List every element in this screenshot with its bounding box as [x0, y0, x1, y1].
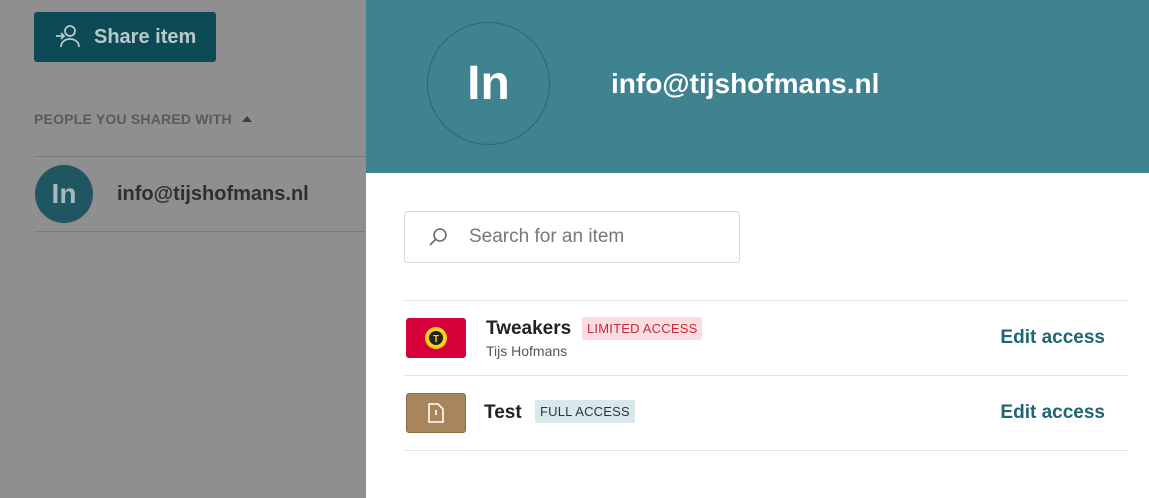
section-label-text: PEOPLE YOU SHARED WITH: [34, 111, 232, 127]
shared-user-email[interactable]: info@tijshofmans.nl: [117, 183, 309, 206]
edit-access-link[interactable]: Edit access: [1000, 327, 1105, 349]
list-item[interactable]: Test FULL ACCESS Edit access: [404, 376, 1127, 451]
access-badge: FULL ACCESS: [535, 400, 635, 423]
share-item-label: Share item: [94, 25, 197, 48]
divider: [34, 231, 366, 232]
header-avatar-initials: In: [467, 57, 510, 110]
search-box[interactable]: [404, 211, 740, 263]
search-icon: [429, 228, 447, 246]
drawer-header: In info@tijshofmans.nl: [366, 0, 1149, 173]
avatar[interactable]: In: [35, 165, 93, 223]
people-shared-with-toggle[interactable]: PEOPLE YOU SHARED WITH: [34, 111, 252, 127]
background-panel: Share item PEOPLE YOU SHARED WITH In inf…: [0, 0, 366, 498]
divider: [34, 156, 366, 157]
item-name: Test: [484, 402, 522, 423]
item-subtitle: Tijs Hofmans: [486, 343, 568, 359]
user-detail-drawer: In info@tijshofmans.nl T Tweakers LIMITE…: [366, 0, 1149, 498]
divider: [404, 450, 1127, 451]
document-icon: [406, 393, 466, 433]
list-item[interactable]: T Tweakers LIMITED ACCESS Tijs Hofmans E…: [404, 301, 1127, 376]
header-email: info@tijshofmans.nl: [611, 68, 880, 99]
search-input[interactable]: [469, 226, 719, 248]
share-person-icon: [56, 25, 80, 48]
share-item-button[interactable]: Share item: [34, 12, 216, 62]
svg-text:T: T: [433, 334, 439, 345]
access-badge: LIMITED ACCESS: [582, 317, 703, 340]
item-name: Tweakers: [486, 318, 572, 339]
header-avatar: In: [427, 22, 550, 145]
edit-access-link[interactable]: Edit access: [1000, 402, 1105, 424]
avatar-initials: In: [51, 178, 77, 209]
tweakers-logo-icon: T: [406, 318, 466, 358]
caret-up-icon: [241, 116, 252, 122]
